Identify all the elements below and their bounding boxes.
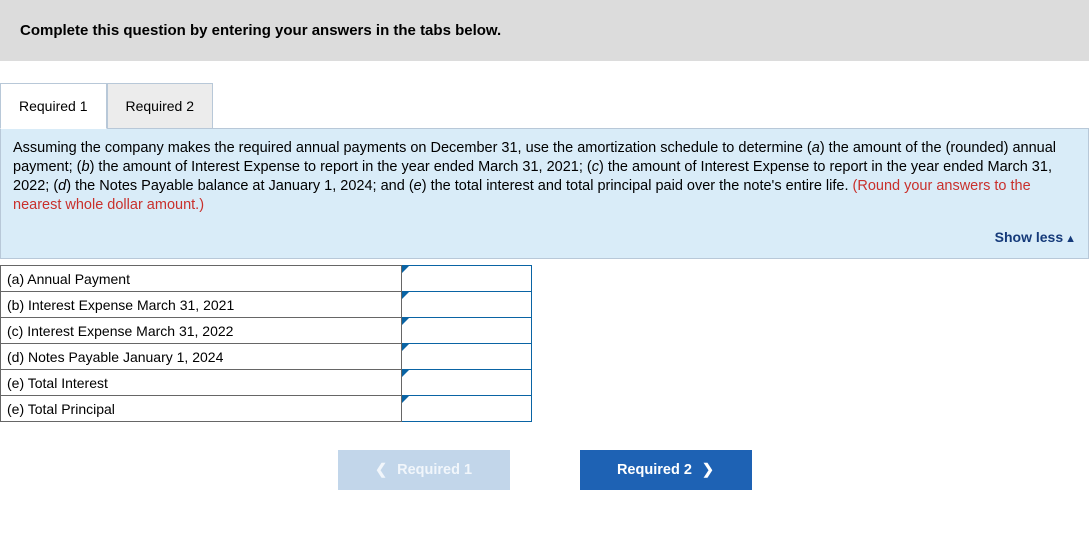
next-button[interactable]: Required 2 ❯ bbox=[580, 450, 752, 490]
table-row: (b) Interest Expense March 31, 2021 bbox=[1, 292, 532, 318]
input-annual-payment[interactable] bbox=[402, 266, 531, 291]
instr-b: b bbox=[82, 159, 90, 175]
input-notes-payable-2024[interactable] bbox=[402, 344, 531, 369]
row-label-d: (d) Notes Payable January 1, 2024 bbox=[1, 344, 402, 370]
tab-required-2[interactable]: Required 2 bbox=[107, 83, 214, 128]
table-row: (a) Annual Payment bbox=[1, 266, 532, 292]
input-interest-2022[interactable] bbox=[402, 318, 531, 343]
show-less-label: Show less bbox=[995, 229, 1063, 245]
caret-up-icon: ▲ bbox=[1065, 233, 1076, 245]
instr-text: ) the Notes Payable balance at January 1… bbox=[66, 178, 413, 194]
instr-a: a bbox=[812, 140, 820, 156]
input-interest-2021[interactable] bbox=[402, 292, 531, 317]
nav-row: ❮ Required 1 Required 2 ❯ bbox=[0, 450, 1089, 490]
chevron-left-icon: ❮ bbox=[375, 462, 387, 478]
chevron-right-icon: ❯ bbox=[702, 462, 714, 478]
instruction-box: Assuming the company makes the required … bbox=[0, 129, 1089, 259]
input-total-principal[interactable] bbox=[402, 396, 531, 421]
instruction-banner: Complete this question by entering your … bbox=[0, 0, 1089, 61]
next-button-label: Required 2 bbox=[617, 462, 692, 478]
instr-text: Assuming the company makes the required … bbox=[13, 140, 812, 156]
row-label-a: (a) Annual Payment bbox=[1, 266, 402, 292]
show-less-toggle[interactable]: Show less▲ bbox=[995, 229, 1076, 245]
instr-text: ) the total interest and total principal… bbox=[422, 178, 853, 194]
row-label-e1: (e) Total Interest bbox=[1, 370, 402, 396]
tabs-row: Required 1 Required 2 bbox=[0, 83, 1089, 129]
instr-c: c bbox=[592, 159, 599, 175]
prev-button: ❮ Required 1 bbox=[338, 450, 510, 490]
tab-required-1[interactable]: Required 1 bbox=[0, 83, 107, 129]
prev-button-label: Required 1 bbox=[397, 462, 472, 478]
row-label-e2: (e) Total Principal bbox=[1, 396, 402, 422]
row-label-b: (b) Interest Expense March 31, 2021 bbox=[1, 292, 402, 318]
answer-table: (a) Annual Payment (b) Interest Expense … bbox=[0, 265, 532, 422]
table-row: (d) Notes Payable January 1, 2024 bbox=[1, 344, 532, 370]
row-label-c: (c) Interest Expense March 31, 2022 bbox=[1, 318, 402, 344]
table-row: (e) Total Interest bbox=[1, 370, 532, 396]
input-total-interest[interactable] bbox=[402, 370, 531, 395]
instr-text: ) the amount of Interest Expense to repo… bbox=[90, 159, 592, 175]
table-row: (e) Total Principal bbox=[1, 396, 532, 422]
instr-e: e bbox=[414, 178, 422, 194]
table-row: (c) Interest Expense March 31, 2022 bbox=[1, 318, 532, 344]
